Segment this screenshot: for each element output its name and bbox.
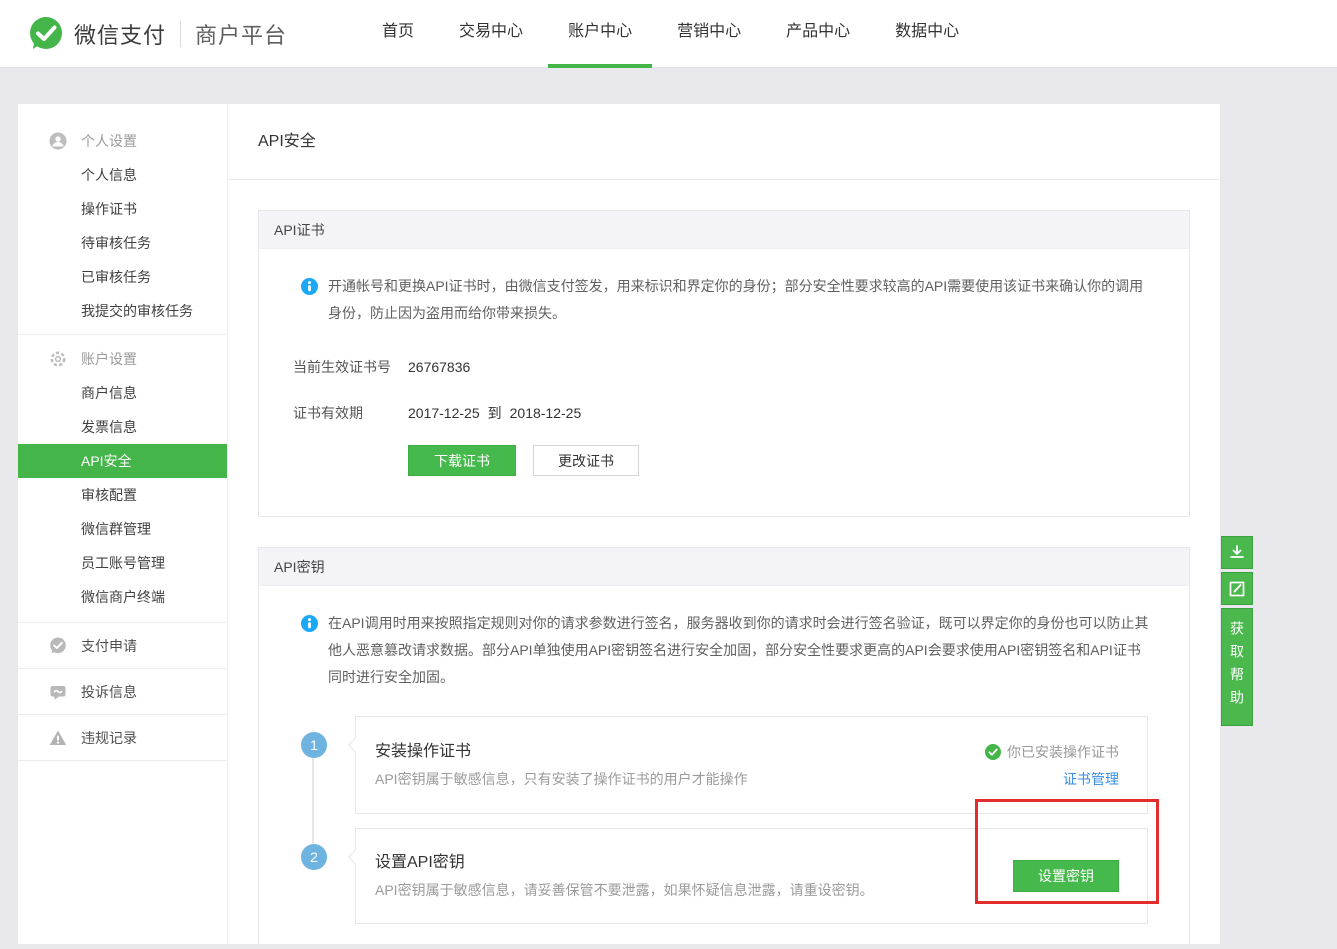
sidebar-header-account-settings: 账户设置 [18, 342, 227, 376]
sidebar-item-staff-account-mgmt[interactable]: 员工账号管理 [18, 546, 227, 580]
step-2-action-area: 设置密钥 [1013, 860, 1119, 892]
warning-icon [49, 729, 67, 747]
cert-valid-to: 2018-12-25 [510, 405, 582, 421]
sidebar-group-title: 账户设置 [81, 349, 137, 369]
feedback-float-button[interactable] [1221, 572, 1253, 605]
download-certificate-button[interactable]: 下载证书 [408, 445, 516, 476]
cert-validity-label: 证书有效期 [293, 403, 408, 423]
sidebar-item-merchant-info[interactable]: 商户信息 [18, 376, 227, 410]
main-nav: 首页 交易中心 账户中心 营销中心 产品中心 数据中心 [362, 0, 984, 67]
edit-icon [1228, 580, 1246, 598]
get-help-button[interactable]: 获取帮助 [1221, 608, 1253, 726]
download-float-button[interactable] [1221, 536, 1253, 569]
cert-number-value: 26767836 [408, 359, 470, 375]
nav-marketing-center[interactable]: 营销中心 [657, 0, 761, 68]
sidebar-group-personal-settings: 个人设置 个人信息 操作证书 待审核任务 已审核任务 我提交的审核任务 [18, 104, 227, 335]
sidebar-item-my-submitted-tasks[interactable]: 我提交的审核任务 [18, 294, 227, 328]
change-certificate-button[interactable]: 更改证书 [533, 445, 639, 476]
top-header: 微信支付 商户平台 首页 交易中心 账户中心 营销中心 产品中心 数据中心 [0, 0, 1337, 68]
sidebar-link-violation-records[interactable]: 违规记录 [18, 715, 227, 761]
step-1-badge: 1 [301, 732, 327, 758]
cert-valid-from: 2017-12-25 [408, 405, 480, 421]
brand: 微信支付 商户平台 [28, 0, 287, 67]
gear-icon [49, 350, 67, 368]
sidebar-item-review-config[interactable]: 审核配置 [18, 478, 227, 512]
sidebar-header-personal-settings: 个人设置 [18, 124, 227, 158]
cert-actions: 下载证书 更改证书 [408, 445, 1189, 516]
wechat-pay-logo-icon [28, 16, 64, 52]
main-content: API安全 API证书 开通帐号和更换API证书时，由微信支付签发，用来标识和界… [228, 104, 1220, 944]
api-certificate-info-text: 开通帐号和更换API证书时，由微信支付签发，用来标识和界定你的身份；部分安全性要… [328, 273, 1149, 327]
step-1-text: 安装操作证书 API密钥属于敏感信息，只有安装了操作证书的用户才能操作 [375, 738, 748, 792]
api-key-card: API密钥 在API调用时用来按照指定规则对你的请求参数进行签名，服务器收到你的… [258, 547, 1190, 944]
nav-product-center[interactable]: 产品中心 [766, 0, 870, 68]
api-key-info: 在API调用时用来按照指定规则对你的请求参数进行签名，服务器收到你的请求时会进行… [259, 586, 1189, 691]
step-set-api-key: 2 设置API密钥 API密钥属于敏感信息，请妥善保管不要泄露，如果怀疑信息泄露… [355, 828, 1148, 924]
step-1-title: 安装操作证书 [375, 738, 748, 766]
sidebar-link-payment-application[interactable]: 支付申请 [18, 623, 227, 669]
chat-bubble-icon [49, 683, 67, 701]
nav-data-center[interactable]: 数据中心 [875, 0, 979, 68]
api-certificate-info: 开通帐号和更换API证书时，由微信支付签发，用来标识和界定你的身份；部分安全性要… [259, 249, 1189, 327]
cert-valid-to-word: 到 [488, 403, 502, 423]
step-2-badge: 2 [301, 844, 327, 870]
chat-check-icon [49, 637, 67, 655]
brand-product: 商户平台 [195, 18, 287, 50]
sidebar-item-reviewed-tasks[interactable]: 已审核任务 [18, 260, 227, 294]
sidebar: 个人设置 个人信息 操作证书 待审核任务 已审核任务 我提交的审核任务 账户设置… [18, 104, 228, 944]
step-2-desc: API密钥属于敏感信息，请妥善保管不要泄露，如果怀疑信息泄露，请重设密钥。 [375, 877, 874, 903]
sidebar-group-title: 个人设置 [81, 131, 137, 151]
step-connector-line [312, 758, 314, 844]
info-icon [301, 278, 318, 295]
sidebar-item-api-security[interactable]: API安全 [18, 444, 227, 478]
check-circle-icon [985, 744, 1001, 760]
step-1-notch [348, 738, 362, 752]
cert-number-label: 当前生效证书号 [293, 357, 408, 377]
floating-toolbar: 获取帮助 [1221, 536, 1253, 726]
sidebar-item-operation-cert[interactable]: 操作证书 [18, 192, 227, 226]
user-icon [49, 132, 67, 150]
sidebar-item-wechat-group-mgmt[interactable]: 微信群管理 [18, 512, 227, 546]
download-icon [1228, 544, 1246, 562]
sidebar-item-invoice-info[interactable]: 发票信息 [18, 410, 227, 444]
step-1-status: 你已安装操作证书 [985, 738, 1119, 766]
step-1-desc: API密钥属于敏感信息，只有安装了操作证书的用户才能操作 [375, 766, 748, 792]
step-install-cert: 1 安装操作证书 API密钥属于敏感信息，只有安装了操作证书的用户才能操作 你已… [355, 716, 1148, 814]
sidebar-link-label: 违规记录 [81, 728, 137, 748]
page-title: API安全 [228, 104, 1220, 180]
step-2-title: 设置API密钥 [375, 849, 874, 877]
brand-name: 微信支付 [74, 18, 166, 50]
sidebar-item-pending-review-tasks[interactable]: 待审核任务 [18, 226, 227, 260]
screen: 微信支付 商户平台 首页 交易中心 账户中心 营销中心 产品中心 数据中心 个人… [0, 0, 1337, 949]
sidebar-link-complaint-info[interactable]: 投诉信息 [18, 669, 227, 715]
api-key-info-text: 在API调用时用来按照指定规则对你的请求参数进行签名，服务器收到你的请求时会进行… [328, 610, 1149, 691]
nav-transaction-center[interactable]: 交易中心 [439, 0, 543, 68]
sidebar-group-account-settings: 账户设置 商户信息 发票信息 API安全 审核配置 微信群管理 员工账号管理 微… [18, 335, 227, 623]
step-1-status-text: 你已安装操作证书 [1007, 738, 1119, 766]
sidebar-link-label: 支付申请 [81, 636, 137, 656]
cert-number-row: 当前生效证书号 26767836 [259, 357, 1189, 377]
info-icon [301, 615, 318, 632]
api-certificate-card-title: API证书 [259, 211, 1189, 249]
nav-home[interactable]: 首页 [362, 0, 434, 68]
step-2-notch [348, 850, 362, 864]
api-certificate-card: API证书 开通帐号和更换API证书时，由微信支付签发，用来标识和界定你的身份；… [258, 210, 1190, 517]
brand-separator [180, 21, 181, 47]
certificate-management-link[interactable]: 证书管理 [1063, 766, 1119, 792]
sidebar-item-personal-info[interactable]: 个人信息 [18, 158, 227, 192]
api-key-steps: 1 安装操作证书 API密钥属于敏感信息，只有安装了操作证书的用户才能操作 你已… [259, 716, 1148, 944]
step-2-text: 设置API密钥 API密钥属于敏感信息，请妥善保管不要泄露，如果怀疑信息泄露，请… [375, 849, 874, 903]
nav-account-center[interactable]: 账户中心 [548, 0, 652, 68]
sidebar-link-label: 投诉信息 [81, 682, 137, 702]
cert-validity-row: 证书有效期 2017-12-25 到 2018-12-25 [259, 403, 1189, 423]
step-1-status-area: 你已安装操作证书 证书管理 [985, 738, 1119, 792]
api-key-card-title: API密钥 [259, 548, 1189, 586]
sidebar-item-wechat-merchant-terminal[interactable]: 微信商户终端 [18, 580, 227, 614]
set-api-key-button[interactable]: 设置密钥 [1013, 860, 1119, 892]
